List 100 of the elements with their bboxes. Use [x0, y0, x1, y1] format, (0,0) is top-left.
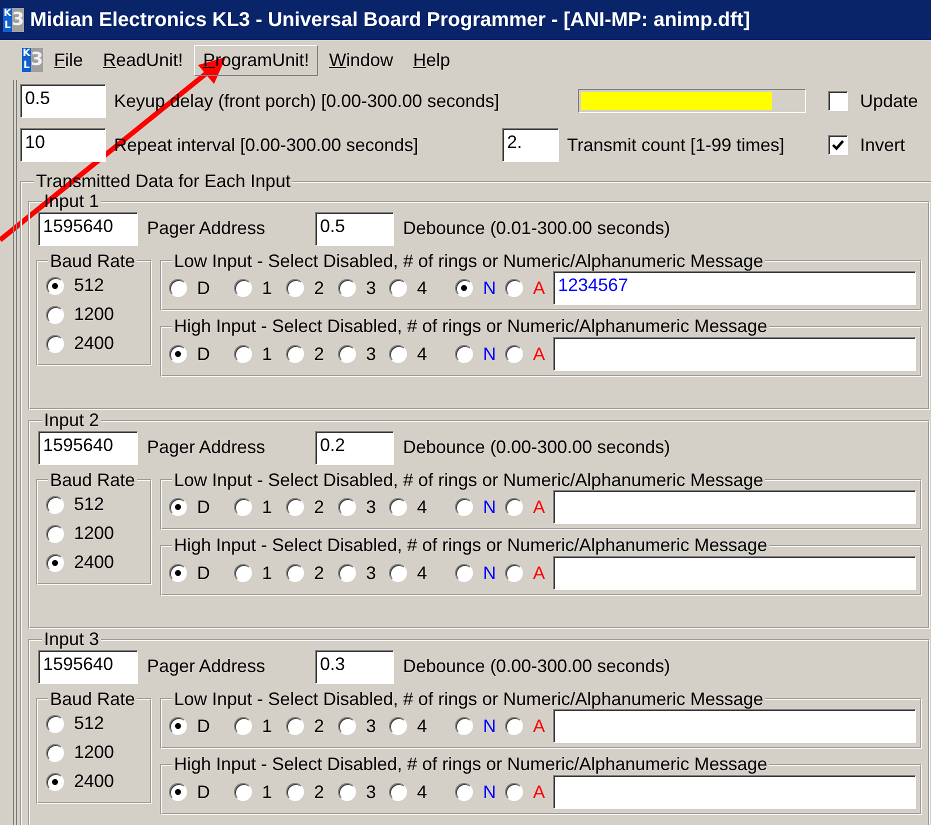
radio-button[interactable] — [455, 717, 473, 736]
address-field[interactable]: 1595640 — [38, 430, 138, 465]
radio-button[interactable] — [505, 498, 523, 516]
radio-button[interactable] — [46, 276, 64, 295]
menu-item[interactable]: File — [45, 44, 92, 76]
radio-button[interactable] — [286, 498, 304, 516]
radio-button[interactable] — [234, 783, 252, 802]
radio-button[interactable] — [455, 498, 473, 516]
repeat-interval-field[interactable]: 10 — [20, 128, 106, 162]
option-label: 1 — [262, 496, 272, 518]
radio-button[interactable] — [338, 717, 356, 736]
radio-button[interactable] — [389, 498, 407, 516]
menu-item[interactable]: Help — [404, 44, 460, 76]
radio-button[interactable] — [169, 345, 187, 364]
option-label: N — [483, 562, 496, 584]
radio-button[interactable] — [46, 524, 64, 543]
radio-button[interactable] — [286, 564, 304, 582]
radio-button[interactable] — [46, 496, 64, 514]
option-label: A — [533, 562, 546, 584]
radio-button[interactable] — [455, 783, 473, 802]
radio-button[interactable] — [389, 279, 407, 298]
message-field[interactable] — [553, 490, 916, 524]
option-label: 4 — [417, 344, 428, 365]
option-label: 3 — [366, 782, 376, 803]
option-label: D — [197, 716, 210, 737]
radio-button[interactable] — [286, 279, 304, 298]
radio-button[interactable] — [46, 334, 64, 353]
field-label: Transmit count [1-99 times] — [567, 134, 786, 156]
option-label: 4 — [417, 496, 428, 518]
group-title: Low Input - Select Disabled, # of rings or Numeric/Alphanumeric Message — [173, 470, 764, 490]
option-label: N — [483, 716, 496, 737]
checkbox[interactable] — [828, 135, 848, 155]
message-field[interactable] — [553, 556, 916, 590]
message-field[interactable] — [553, 709, 916, 744]
option-label: 2 — [314, 496, 324, 518]
radio-button[interactable] — [234, 564, 252, 582]
radio-button[interactable] — [389, 564, 407, 582]
group-title: High Input - Select Disabled, # of rings or Numeric/Alphanumeric Message — [173, 536, 768, 556]
radio-button[interactable] — [338, 498, 356, 516]
checkbox[interactable] — [828, 91, 848, 111]
option-label: 1 — [262, 562, 272, 584]
radio-button[interactable] — [169, 279, 187, 298]
radio-button[interactable] — [505, 717, 523, 736]
radio-button[interactable] — [234, 279, 252, 298]
message-field[interactable]: 1234567 — [553, 271, 916, 306]
radio-button[interactable] — [286, 783, 304, 802]
radio-button[interactable] — [46, 744, 64, 762]
radio-button[interactable] — [46, 714, 64, 733]
radio-button[interactable] — [46, 772, 64, 791]
radio-button[interactable] — [46, 306, 64, 324]
radio-button[interactable] — [286, 717, 304, 736]
radio-button[interactable] — [169, 783, 187, 802]
radio-button[interactable] — [338, 564, 356, 582]
radio-button[interactable] — [338, 783, 356, 802]
group-title: Low Input - Select Disabled, # of rings or Numeric/Alphanumeric Message — [173, 252, 764, 272]
field-label: Pager Address — [147, 656, 266, 678]
radio-button[interactable] — [389, 717, 407, 736]
radio-button[interactable] — [46, 554, 64, 572]
message-field[interactable] — [553, 337, 916, 372]
option-label: 3 — [366, 496, 376, 518]
option-label: 512 — [74, 713, 104, 734]
message-field[interactable] — [553, 775, 916, 810]
radio-button[interactable] — [338, 279, 356, 298]
radio-button[interactable] — [389, 783, 407, 802]
option-label: N — [483, 344, 496, 365]
radio-button[interactable] — [234, 345, 252, 364]
keyup-delay-field[interactable]: 0.5 — [20, 84, 106, 118]
radio-button[interactable] — [505, 564, 523, 582]
option-label: 2 — [314, 562, 324, 584]
radio-button[interactable] — [505, 783, 523, 802]
address-field[interactable]: 1595640 — [38, 650, 138, 684]
radio-button[interactable] — [455, 279, 473, 298]
group-title: Baud Rate — [49, 690, 136, 710]
menu-item[interactable]: ProgramUnit! — [194, 44, 318, 76]
radio-button[interactable] — [286, 345, 304, 364]
debounce-field[interactable]: 0.5 — [315, 212, 394, 246]
radio-button[interactable] — [169, 498, 187, 516]
group-title: High Input - Select Disabled, # of rings or Numeric/Alphanumeric Message — [173, 317, 768, 338]
option-label: D — [197, 344, 210, 365]
option-label: 1 — [262, 344, 272, 365]
debounce-field[interactable]: 0.3 — [315, 650, 394, 684]
menu-item[interactable]: ReadUnit! — [94, 44, 192, 76]
radio-button[interactable] — [338, 345, 356, 364]
address-field[interactable]: 1595640 — [38, 212, 138, 246]
checkbox-label: Invert — [860, 134, 906, 156]
radio-button[interactable] — [234, 717, 252, 736]
radio-button[interactable] — [389, 345, 407, 364]
radio-button[interactable] — [455, 564, 473, 582]
radio-button[interactable] — [455, 345, 473, 364]
radio-button[interactable] — [169, 564, 187, 582]
group-title: Input 3 — [43, 630, 100, 650]
transmit-count-field[interactable]: 2. — [502, 128, 559, 162]
debounce-field[interactable]: 0.2 — [315, 430, 394, 465]
field-label: Pager Address — [147, 218, 266, 240]
radio-button[interactable] — [169, 717, 187, 736]
radio-button[interactable] — [234, 498, 252, 516]
menu-item[interactable]: Window — [320, 44, 402, 76]
radio-button[interactable] — [505, 345, 523, 364]
option-label: 2400 — [74, 552, 114, 574]
radio-button[interactable] — [505, 279, 523, 298]
